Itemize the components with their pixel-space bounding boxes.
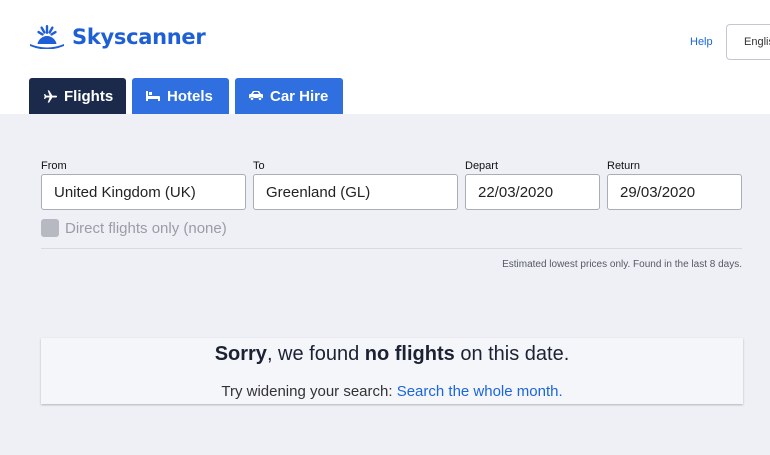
return-label: Return xyxy=(607,160,641,172)
to-field[interactable]: Greenland (GL) xyxy=(253,174,458,210)
search-whole-month-link[interactable]: Search the whole month. xyxy=(397,383,563,400)
tab-hotels-label: Hotels xyxy=(167,87,213,105)
help-link[interactable]: Help xyxy=(690,36,713,48)
header: Skyscanner Help English Flights Hotels C… xyxy=(0,0,770,114)
try-text: Try widening your search: xyxy=(221,383,397,400)
from-field[interactable]: United Kingdom (UK) xyxy=(41,174,246,210)
divider xyxy=(41,248,742,249)
bed-icon xyxy=(145,88,161,104)
language-selector[interactable]: English xyxy=(726,24,770,60)
tab-flights[interactable]: Flights xyxy=(29,78,126,114)
widen-search-hint: Try widening your search: Search the who… xyxy=(41,383,743,400)
tab-car-hire-label: Car Hire xyxy=(270,87,329,105)
search-panel: From United Kingdom (UK) To Greenland (G… xyxy=(0,114,770,455)
language-label: English xyxy=(744,36,770,48)
sorry-middle: , we found xyxy=(266,343,365,365)
no-flights-word: no flights xyxy=(364,343,455,365)
plane-icon xyxy=(42,88,58,104)
to-label: To xyxy=(253,160,265,172)
tab-flights-label: Flights xyxy=(64,87,114,105)
direct-flights-label: Direct flights only (none) xyxy=(65,219,227,237)
return-date-field[interactable]: 29/03/2020 xyxy=(607,174,742,210)
logo-text: Skyscanner xyxy=(72,25,206,49)
sunrise-logo-icon xyxy=(30,25,64,49)
no-results-card: Sorry, we found no flights on this date.… xyxy=(41,338,743,404)
from-label: From xyxy=(41,160,67,172)
sorry-word: Sorry xyxy=(214,343,267,365)
depart-label: Depart xyxy=(465,160,499,172)
depart-date-field[interactable]: 22/03/2020 xyxy=(465,174,600,210)
car-icon xyxy=(248,88,264,104)
direct-flights-option[interactable]: Direct flights only (none) xyxy=(41,219,227,237)
tab-car-hire[interactable]: Car Hire xyxy=(235,78,343,114)
no-results-message: Sorry, we found no flights on this date. xyxy=(41,343,743,366)
estimate-note: Estimated lowest prices only. Found in t… xyxy=(502,259,742,270)
direct-flights-checkbox[interactable] xyxy=(41,219,59,237)
product-tabs: Flights Hotels Car Hire xyxy=(29,78,349,114)
skyscanner-logo[interactable]: Skyscanner xyxy=(28,25,206,49)
sorry-end: on this date. xyxy=(454,343,570,365)
tab-hotels[interactable]: Hotels xyxy=(132,78,229,114)
